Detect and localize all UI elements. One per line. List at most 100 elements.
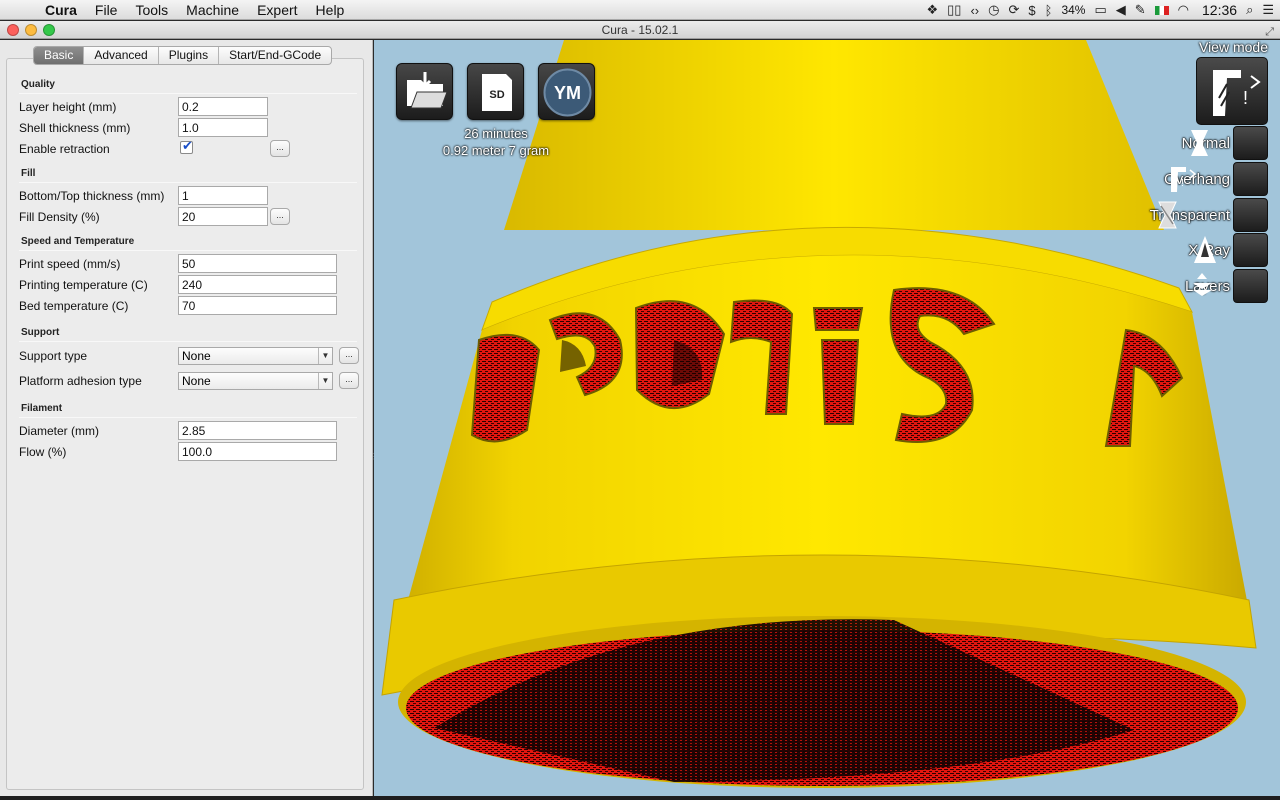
save-to-sd-button[interactable]: SD [467,63,524,120]
divider [19,182,357,183]
menu-machine[interactable]: Machine [177,0,248,20]
support-type-label: Support type [19,349,88,363]
menu-help[interactable]: Help [307,0,354,20]
settings-panel: Basic Advanced Plugins Start/End-GCode Q… [0,40,378,796]
section-filament: Filament [21,403,63,414]
view-mode-overhang[interactable]: Overhang ! [1164,162,1268,196]
youmagine-button[interactable]: YM [538,63,595,120]
sd-card-icon: SD [482,74,512,111]
bluetooth-icon[interactable]: ᛒ [1045,3,1053,18]
print-speed-label: Print speed (mm/s) [19,257,121,271]
printing-temperature-input[interactable]: 240 [178,275,337,294]
bottom-top-thickness-label: Bottom/Top thickness (mm) [19,189,165,203]
print-time-estimate: 26 minutes [464,126,528,141]
view-mode-normal[interactable]: Normal [1182,126,1268,160]
print-speed-input[interactable]: 50 [178,254,337,273]
support-type-select[interactable]: None ▼ [178,347,333,365]
section-support: Support [21,327,60,338]
adhesion-more-button[interactable]: ... [339,372,359,389]
time-machine-icon[interactable]: ◷ [988,2,999,18]
window-titlebar: Cura - 15.02.1 ⤢ [0,21,1280,39]
section-quality: Quality [21,79,55,90]
overhang-view-icon: ! [1213,70,1261,116]
xray-view-icon [1194,233,1268,267]
overhang-view-icon: ! [1171,162,1268,196]
layer-height-input[interactable]: 0.2 [178,97,268,116]
retraction-more-button[interactable]: ... [270,140,290,157]
dropbox-icon[interactable]: ❖ [927,2,939,18]
3d-viewport[interactable]: SD YM 26 minutes 0.92 meter 7 gram View … [374,40,1280,796]
menu-file[interactable]: File [86,0,127,20]
battery-percent: 34% [1061,3,1086,17]
divider [19,341,357,342]
support-more-button[interactable]: ... [339,347,359,364]
fullscreen-icon[interactable]: ⤢ [1265,23,1274,41]
printing-temperature-label: Printing temperature (C) [19,278,148,292]
minimize-window-button[interactable] [25,24,37,36]
chevron-down-icon: ▼ [318,373,332,389]
platform-adhesion-value: None [182,374,211,388]
tab-advanced[interactable]: Advanced [84,47,159,64]
menu-tools[interactable]: Tools [126,0,177,20]
load-model-button[interactable] [396,63,453,120]
view-mode-transparent[interactable]: Transparent [1150,198,1268,232]
svg-text:!: ! [1243,88,1248,108]
tab-basic[interactable]: Basic [34,47,85,64]
flow-input[interactable]: 100.0 [178,442,337,461]
load-folder-icon [407,72,448,109]
shell-thickness-input[interactable]: 1.0 [178,118,268,137]
view-mode-layers[interactable]: Layers [1185,269,1268,303]
platform-adhesion-label: Platform adhesion type [19,374,142,388]
tab-plugins[interactable]: Plugins [159,47,220,64]
chevron-down-icon: ▼ [318,348,332,364]
diameter-input[interactable]: 2.85 [178,421,337,440]
flag-italy-icon[interactable] [1154,5,1169,15]
support-type-value: None [182,349,211,363]
window-title: Cura - 15.02.1 [601,23,679,37]
pen-icon[interactable]: ✎ [1135,2,1146,18]
sync-icon[interactable]: ⟳ [1008,2,1019,18]
close-window-button[interactable] [7,24,19,36]
bottom-top-thickness-input[interactable]: 1 [178,186,268,205]
wifi-icon[interactable]: ◠ [1178,2,1189,18]
model-cone [504,40,1164,230]
settings-tabs: Basic Advanced Plugins Start/End-GCode [33,46,333,65]
spotlight-search-icon[interactable]: ⌕ [1246,2,1253,18]
code-icon[interactable]: ‹› [970,3,979,18]
dollar-icon[interactable]: $ [1028,3,1035,18]
bed-temperature-input[interactable]: 70 [178,296,337,315]
transparent-view-icon [1157,198,1268,232]
view-mode-toggle-button[interactable]: ! [1196,57,1268,125]
clock[interactable]: 12:36 [1202,2,1237,18]
fill-more-button[interactable]: ... [270,208,290,225]
view-mode-xray[interactable]: X-Ray [1188,233,1268,267]
fill-density-input[interactable]: 20 [178,207,268,226]
enable-retraction-label: Enable retraction [19,142,110,156]
volume-icon[interactable]: ◀ [1116,2,1126,18]
section-speed-temperature: Speed and Temperature [21,236,135,247]
pause-icon[interactable]: ▯▯ [947,2,961,18]
menu-app-cura[interactable]: Cura [36,0,86,20]
platform-adhesion-select[interactable]: None ▼ [178,372,333,390]
diameter-label: Diameter (mm) [19,424,99,438]
divider [19,250,357,251]
divider [19,93,357,94]
window-bottom-edge [0,796,1280,800]
notification-center-icon[interactable]: ☰ [1262,2,1274,18]
zoom-window-button[interactable] [43,24,55,36]
material-estimate: 0.92 meter 7 gram [442,143,550,158]
bed-temperature-label: Bed temperature (C) [19,299,129,313]
sd-label: SD [489,89,504,101]
view-mode-title: View mode [1198,40,1268,55]
shell-thickness-label: Shell thickness (mm) [19,121,131,135]
flow-label: Flow (%) [19,445,67,459]
normal-view-icon [1190,126,1268,160]
menu-expert[interactable]: Expert [248,0,306,20]
divider [19,417,357,418]
tab-start-end-gcode[interactable]: Start/End-GCode [219,47,331,64]
battery-icon[interactable]: ▭ [1094,2,1106,18]
fill-density-label: Fill Density (%) [19,210,100,224]
enable-retraction-checkbox[interactable] [180,138,193,154]
layers-view-icon [1192,269,1268,303]
section-fill: Fill [21,168,36,179]
